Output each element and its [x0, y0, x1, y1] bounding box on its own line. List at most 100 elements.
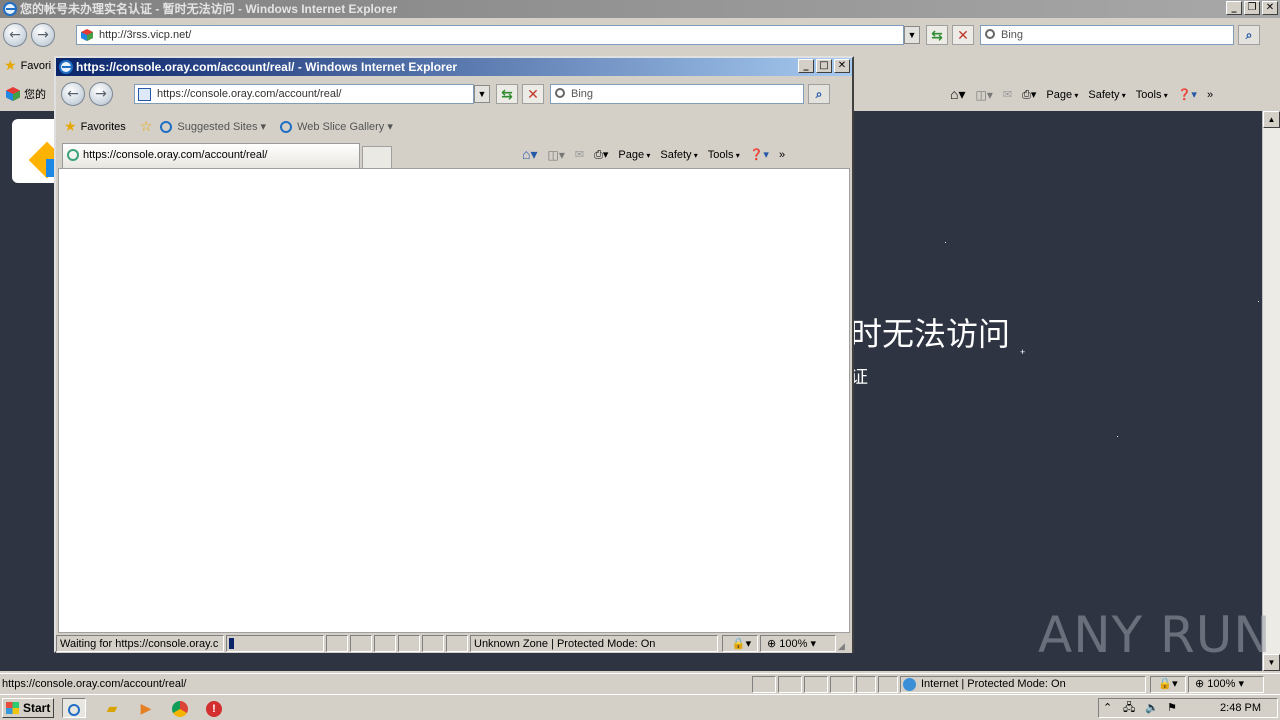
site-favicon-icon — [81, 29, 93, 41]
windows-logo-lower — [6, 708, 19, 714]
fg-status-text-cell: Waiting for https://console.oray.c — [56, 635, 224, 652]
fg-address-bar[interactable]: https://console.oray.com/account/real/ — [134, 84, 474, 104]
fg-search-input[interactable]: Bing — [550, 84, 804, 104]
status-cell — [350, 635, 372, 652]
refresh-icon[interactable]: ⇆ — [926, 25, 948, 45]
bg-safety-menu[interactable]: Safety — [1088, 89, 1125, 101]
taskbar: Start ▰ ▶ ! ⌃ 🖧 🔈 ⚑ 2:48 PM — [0, 694, 1280, 720]
fg-zoom-text: 100% — [779, 638, 808, 650]
fg-zoom-control[interactable]: ⊕ 100% ▾ — [760, 635, 836, 652]
print-icon[interactable]: ⎙▾ — [1022, 88, 1036, 102]
taskbar-media-player-icon[interactable]: ▶ — [134, 698, 158, 718]
fg-zone-cell: Unknown Zone | Protected Mode: On — [470, 635, 718, 652]
fg-search-placeholder: Bing — [571, 88, 594, 100]
fg-tools-menu[interactable]: Tools — [708, 149, 740, 161]
address-dropdown-icon[interactable]: ▼ — [904, 26, 920, 44]
taskbar-chrome-icon[interactable] — [168, 698, 192, 718]
bg-zone-text: Internet | Protected Mode: On — [921, 678, 1066, 690]
taskbar-stop-icon[interactable]: ! — [202, 698, 226, 718]
alert-badge: ! — [206, 701, 222, 718]
fg-suggested-sites[interactable]: Suggested Sites ▾ — [160, 120, 266, 134]
ie-small-icon — [68, 704, 80, 717]
stop-icon[interactable]: ✕ — [952, 25, 974, 45]
chevron-more-icon[interactable]: » — [1207, 89, 1213, 101]
bg-zoom-control[interactable]: ⊕ 100% ▾ — [1188, 676, 1264, 693]
fg-zone-text: Unknown Zone | Protected Mode: On — [474, 638, 656, 650]
home-icon[interactable]: ⌂▾ — [522, 146, 537, 163]
bg-search-placeholder: Bing — [1001, 29, 1024, 41]
fg-favorites-button[interactable]: Favorites — [81, 121, 126, 133]
tray-expand-icon[interactable]: ⌃ — [1103, 699, 1112, 717]
fg-window-title: https://console.oray.com/account/real/ -… — [76, 60, 458, 74]
bg-tools-menu[interactable]: Tools — [1136, 89, 1168, 101]
fg-web-slice-gallery[interactable]: Web Slice Gallery ▾ — [280, 120, 393, 134]
new-tab-button[interactable] — [362, 146, 392, 168]
progress-fill — [229, 638, 234, 649]
resize-grip-icon[interactable]: ◢ — [838, 638, 850, 651]
fg-tab-label: https://console.oray.com/account/real/ — [83, 149, 268, 161]
help-icon[interactable]: ❓▾ — [1178, 88, 1197, 101]
fg-title-bar[interactable]: https://console.oray.com/account/real/ -… — [56, 58, 852, 76]
status-cell — [856, 676, 876, 693]
feeds-icon[interactable]: ◫▾ — [547, 148, 564, 162]
watermark: ANY RUN — [1038, 606, 1272, 664]
bg-security-lock-icon[interactable]: 🔒▾ — [1150, 676, 1186, 693]
search-go-icon[interactable]: ⌕ — [1238, 25, 1260, 45]
mail-icon[interactable]: ✉ — [1003, 88, 1012, 101]
network-icon[interactable]: 🖧 — [1123, 699, 1135, 717]
bg-command-bar: ⌂▾ ◫▾ ✉ ⎙▾ Page Safety Tools ❓▾ » — [950, 86, 1213, 103]
fg-page-content — [58, 168, 850, 633]
taskbar-ie-icon[interactable] — [62, 698, 86, 718]
start-label: Start — [23, 701, 51, 715]
close-button[interactable]: ✕ — [1262, 1, 1278, 15]
star-decoration: · — [944, 237, 947, 247]
fg-nav-row: ← → https://console.oray.com/account/rea… — [56, 78, 852, 108]
stop-icon[interactable]: ✕ — [522, 84, 544, 104]
address-dropdown-icon[interactable]: ▼ — [474, 85, 490, 103]
bg-favorites-button[interactable]: Favori — [21, 60, 52, 72]
close-button[interactable]: ✕ — [834, 59, 850, 73]
foreground-ie-window: https://console.oray.com/account/real/ -… — [54, 56, 854, 653]
taskbar-explorer-icon[interactable]: ▰ — [100, 698, 124, 718]
loading-spinner-icon — [67, 149, 79, 161]
bg-page-menu[interactable]: Page — [1046, 89, 1078, 101]
fg-safety-menu[interactable]: Safety — [660, 149, 697, 161]
favorites-star-icon: ★ — [4, 58, 17, 74]
action-center-flag-icon[interactable]: ⚑ — [1167, 699, 1177, 717]
forward-icon[interactable]: → — [31, 23, 55, 47]
search-icon — [985, 29, 995, 39]
scroll-up-icon[interactable]: ▲ — [1263, 111, 1280, 128]
print-icon[interactable]: ⎙▾ — [594, 148, 608, 162]
refresh-icon[interactable]: ⇆ — [496, 84, 518, 104]
back-icon[interactable]: ← — [61, 82, 85, 106]
bg-tab[interactable]: 您的 — [6, 86, 46, 102]
bg-vertical-scrollbar[interactable]: ▲ ▼ — [1262, 111, 1280, 671]
fg-tab[interactable]: https://console.oray.com/account/real/ — [62, 143, 360, 168]
forward-icon[interactable]: → — [89, 82, 113, 106]
volume-icon[interactable]: 🔈 — [1145, 699, 1159, 717]
clock[interactable]: 2:48 PM — [1220, 699, 1261, 717]
help-icon[interactable]: ❓▾ — [750, 148, 769, 161]
ie-small-icon — [280, 121, 293, 134]
bg-title-bar[interactable]: 您的帐号未办理实名认证 - 暂时无法访问 - Windows Internet … — [0, 0, 1280, 18]
bg-address-bar[interactable]: http://3rss.vicp.net/ — [76, 25, 904, 45]
restore-button[interactable]: ❐ — [1244, 1, 1260, 15]
home-icon[interactable]: ⌂▾ — [950, 86, 965, 103]
zoom-icon: ⊕ — [1195, 678, 1205, 690]
maximize-button[interactable]: □ — [816, 59, 832, 73]
fg-page-menu[interactable]: Page — [618, 149, 650, 161]
bg-search-input[interactable]: Bing — [980, 25, 1234, 45]
fg-status-text: Waiting for https://console.oray.c — [60, 638, 219, 650]
fg-security-lock-icon[interactable]: 🔒▾ — [722, 635, 758, 652]
ie-icon — [59, 60, 73, 74]
back-icon[interactable]: ← — [3, 23, 27, 47]
minimize-button[interactable]: _ — [798, 59, 814, 73]
mail-icon[interactable]: ✉ — [575, 148, 584, 161]
search-go-icon[interactable]: ⌕ — [808, 84, 830, 104]
start-button[interactable]: Start — [2, 698, 54, 718]
feeds-icon[interactable]: ◫▾ — [975, 88, 992, 102]
chevron-more-icon[interactable]: » — [779, 149, 785, 161]
status-cell — [804, 676, 828, 693]
add-favorite-icon[interactable]: ☆ — [140, 118, 153, 135]
minimize-button[interactable]: _ — [1226, 1, 1242, 15]
